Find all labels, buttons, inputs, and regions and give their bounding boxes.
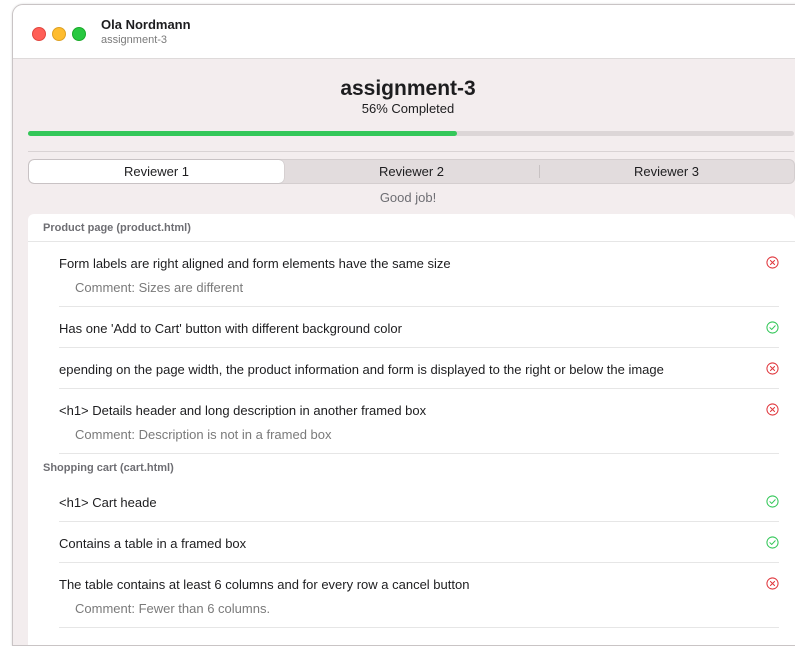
section-header: Product page (product.html) bbox=[28, 214, 795, 242]
criterion-text: The table contains at least 6 columns an… bbox=[59, 577, 470, 592]
reviewer-feedback: Good job! bbox=[379, 190, 437, 205]
window-title: Ola Nordmann bbox=[101, 17, 191, 32]
progress-bar-fill bbox=[28, 131, 457, 136]
criterion-comment: Comment: Description is not in a framed … bbox=[75, 427, 332, 442]
criterion-row[interactable]: epending on the page width, the product … bbox=[59, 348, 779, 389]
x-circle-icon bbox=[766, 577, 779, 590]
title-bar: Ola Nordmann assignment-3 bbox=[13, 5, 795, 59]
criterion-text: Contains a table in a framed box bbox=[59, 536, 247, 551]
criterion-row[interactable]: <h1> Details header and long description… bbox=[59, 389, 779, 454]
criterion-row[interactable]: Contains a table in a framed box bbox=[59, 522, 779, 563]
tab-reviewer-1[interactable]: Reviewer 1 bbox=[29, 160, 284, 183]
criteria-list: Product page (product.html) Form labels a… bbox=[28, 214, 795, 645]
criterion-comment: Comment: Fewer than 6 columns. bbox=[75, 601, 271, 616]
criterion-row[interactable]: Form labels are right aligned and form e… bbox=[59, 242, 779, 307]
progress-bar bbox=[28, 131, 794, 136]
completion-label: 56% Completed bbox=[361, 101, 455, 116]
divider bbox=[28, 151, 794, 152]
tab-reviewer-3[interactable]: Reviewer 3 bbox=[539, 160, 794, 183]
tab-reviewer-2[interactable]: Reviewer 2 bbox=[284, 160, 539, 183]
reviewer-tabs: Reviewer 1 Reviewer 2 Reviewer 3 bbox=[28, 159, 795, 184]
criterion-row[interactable]: The table contains at least 6 columns an… bbox=[59, 563, 779, 628]
criterion-row[interactable]: <h1> Cart heade bbox=[59, 481, 779, 522]
criterion-text: <h1> Details header and long description… bbox=[59, 403, 427, 418]
section-header: Shopping cart (cart.html) bbox=[43, 462, 174, 474]
criterion-text: <h1> Cart heade bbox=[59, 495, 157, 510]
criterion-comment: Comment: Sizes are different bbox=[75, 280, 244, 295]
criterion-row[interactable]: Has one 'Add to Cart' button with differ… bbox=[59, 307, 779, 348]
close-window-button[interactable] bbox=[32, 27, 46, 41]
assignment-title: assignment-3 bbox=[340, 77, 476, 100]
x-circle-icon bbox=[766, 362, 779, 375]
check-circle-icon bbox=[766, 495, 779, 508]
zoom-window-button[interactable] bbox=[72, 27, 86, 41]
app-window: Ola Nordmann assignment-3 assignment-3 5… bbox=[12, 4, 795, 646]
window-subtitle: assignment-3 bbox=[101, 34, 168, 46]
x-circle-icon bbox=[766, 403, 779, 416]
x-circle-icon bbox=[766, 256, 779, 269]
check-circle-icon bbox=[766, 536, 779, 549]
check-circle-icon bbox=[766, 321, 779, 334]
criterion-text: Form labels are right aligned and form e… bbox=[59, 256, 451, 271]
criterion-text: Has one 'Add to Cart' button with differ… bbox=[59, 321, 402, 336]
criterion-text: epending on the page width, the product … bbox=[59, 362, 664, 377]
minimize-window-button[interactable] bbox=[52, 27, 66, 41]
